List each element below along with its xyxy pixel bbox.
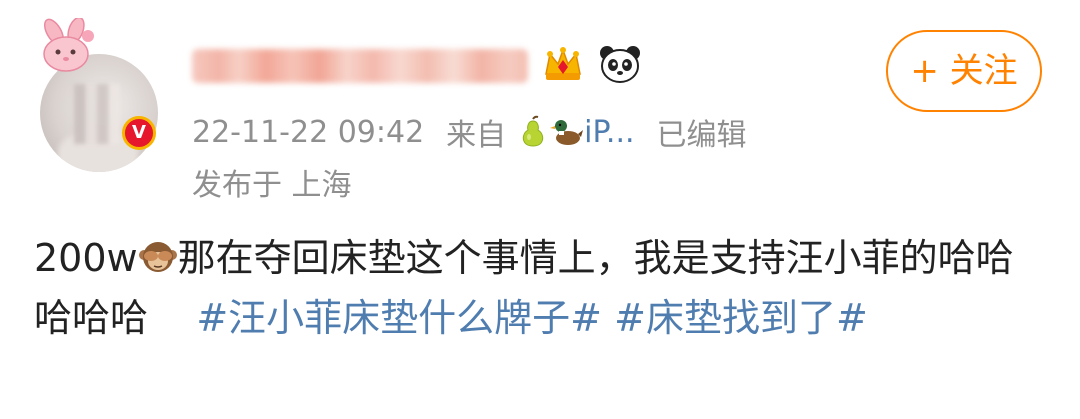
verified-badge: V xyxy=(122,116,156,150)
pear-icon xyxy=(516,115,550,149)
post-meta: 22-11-22 09:42 来自 iP... 已编辑 xyxy=(192,110,747,154)
pink-bunny-icon xyxy=(43,18,94,72)
follow-button[interactable]: + 关注 xyxy=(886,30,1042,112)
monkey-see-no-evil-icon xyxy=(138,234,178,274)
source-prefix: 来自 xyxy=(446,118,507,153)
crown-icon[interactable] xyxy=(542,44,584,88)
post-timestamp[interactable]: 22-11-22 09:42 xyxy=(192,115,424,150)
avatar-blur-face xyxy=(74,84,120,144)
source-device-link[interactable]: iP... xyxy=(584,115,634,150)
post-body: 200w 那在夺回床垫这个事情上，我是支持汪小菲的哈哈哈哈哈 #汪小菲床垫什么牌… xyxy=(34,228,1044,348)
username-obscured[interactable] xyxy=(192,49,528,83)
panda-icon[interactable] xyxy=(598,44,642,88)
hashtag-link[interactable]: #床垫找到了# xyxy=(614,296,868,340)
username-row[interactable] xyxy=(192,44,642,88)
post-location: 发布于 上海 xyxy=(192,168,352,203)
edited-label[interactable]: 已编辑 xyxy=(657,110,747,154)
duck-icon xyxy=(550,115,584,149)
author-avatar-group[interactable]: V xyxy=(36,18,166,172)
post-text-prefix: 200w xyxy=(34,236,138,280)
hashtag-link[interactable]: #汪小菲床垫什么牌子# xyxy=(196,296,602,340)
